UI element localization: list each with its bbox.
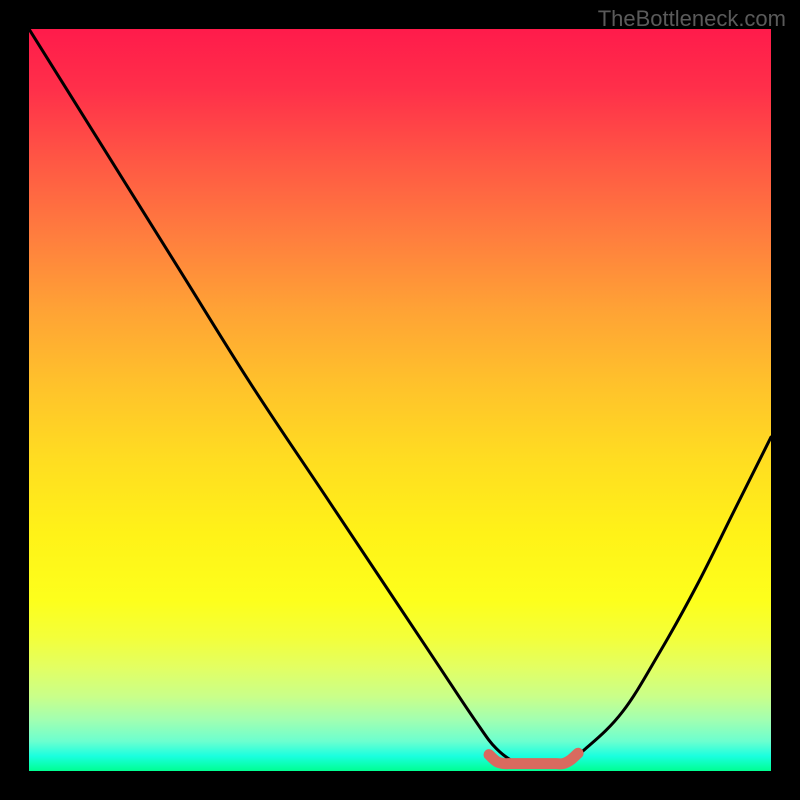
chart-plot-area [29, 29, 771, 771]
bottleneck-curve [29, 29, 771, 765]
chart-svg [29, 29, 771, 771]
watermark-text: TheBottleneck.com [598, 6, 786, 32]
